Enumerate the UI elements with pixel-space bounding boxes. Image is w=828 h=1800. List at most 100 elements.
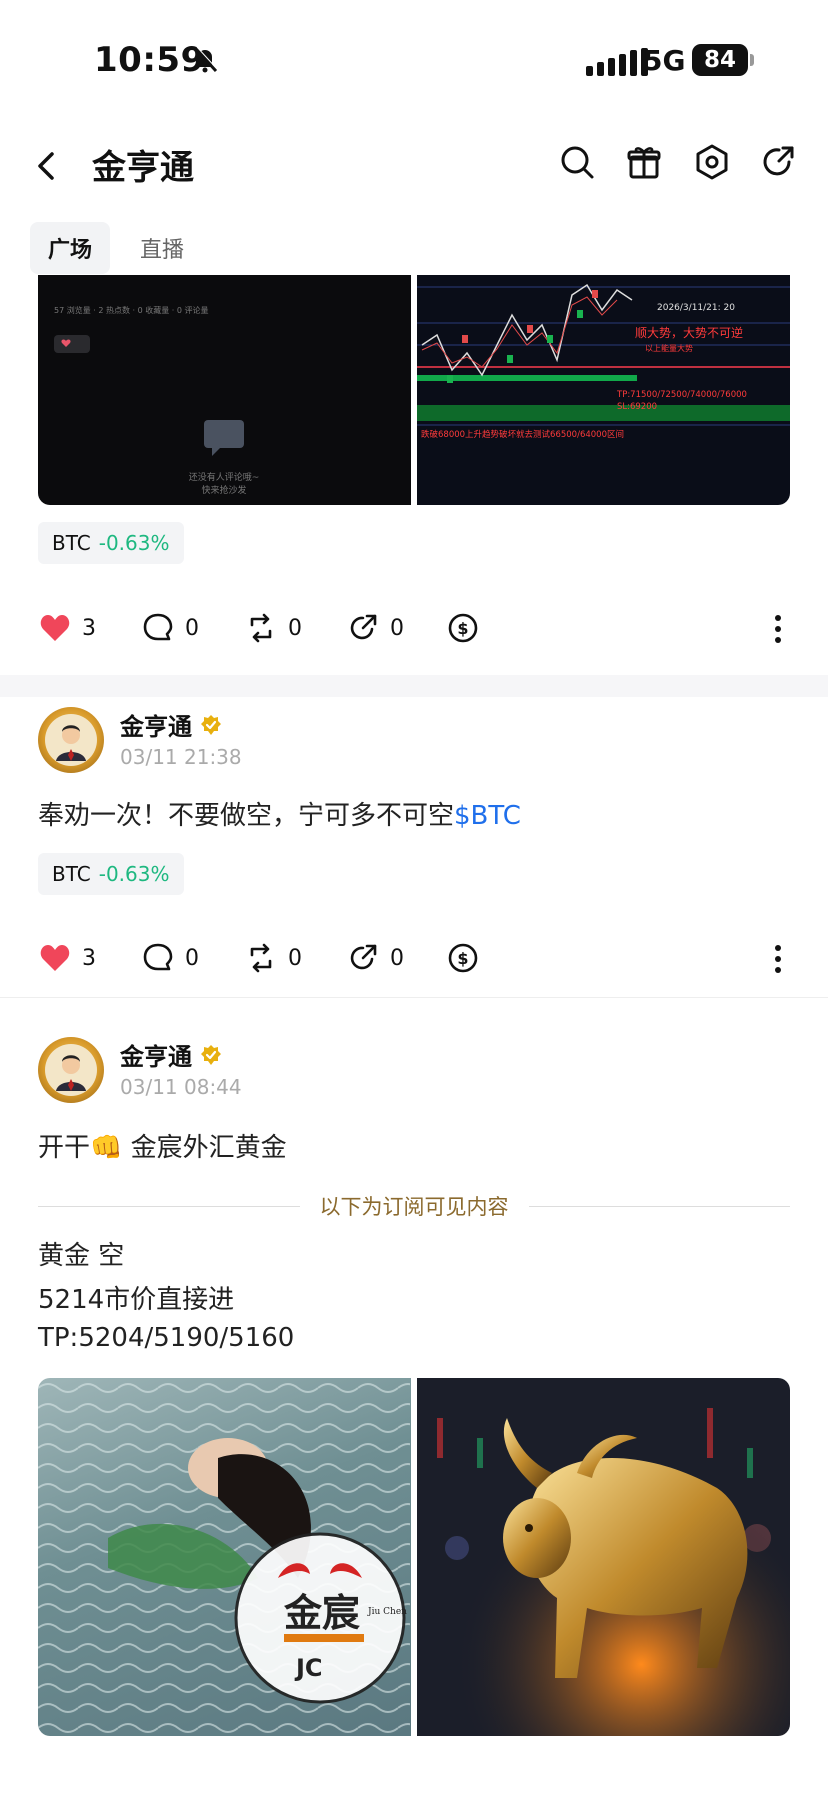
share-icon [350, 944, 377, 970]
avatar[interactable] [38, 1037, 104, 1103]
avatar-image [45, 1044, 97, 1096]
post-line: TP:5204/5190/5160 [38, 1323, 295, 1353]
repost-button[interactable]: 0 [244, 941, 302, 975]
post-images: 57 浏览量 · 2 热点数 · 0 收藏量 · 0 评论量 还没有人评论哦~ … [38, 275, 790, 505]
share-icon[interactable] [759, 142, 799, 182]
post-image[interactable]: 57 浏览量 · 2 热点数 · 0 收藏量 · 0 评论量 还没有人评论哦~ … [38, 275, 411, 505]
divider-line [528, 1205, 790, 1207]
dollar-icon: $ [448, 613, 478, 643]
post-header: 金亨通 03/11 21:38 [38, 707, 790, 777]
screenshot-image: 57 浏览量 · 2 热点数 · 0 收藏量 · 0 评论量 还没有人评论哦~ … [54, 305, 260, 496]
subscribe-divider: 以下为订阅可见内容 [38, 1191, 790, 1221]
comment-button[interactable]: 0 [141, 611, 199, 645]
divider-line [38, 1205, 300, 1207]
post-header: 金亨通 03/11 08:44 [38, 1037, 790, 1107]
author-name[interactable]: 金亨通 [120, 1037, 222, 1072]
battery-indicator: 84 [692, 44, 754, 76]
svg-text:2026/3/11/21: 20: 2026/3/11/21: 20 [657, 303, 735, 313]
back-icon[interactable] [30, 142, 66, 190]
comment-icon [143, 943, 173, 971]
post-images: 金宸 Jiu Chen JC [38, 1378, 790, 1736]
post-text-body: 奉劝一次！不要做空，宁可多不可空 [38, 801, 455, 831]
fist-emoji: 👊 [90, 1133, 123, 1163]
author-label: 金亨通 [120, 713, 192, 741]
share-post-button[interactable]: 0 [346, 941, 404, 975]
dollar-icon: $ [448, 943, 478, 973]
share-icon [350, 614, 377, 640]
ticker-tag[interactable]: BTC -0.63% [38, 522, 184, 564]
verified-badge-icon [201, 1044, 221, 1065]
golden-bull-image [417, 1378, 790, 1736]
repost-count: 0 [288, 945, 302, 971]
chart-screenshot-image: 2026/3/11/21: 20 顺大势，大势不可逆 以上能量大势 TP:715… [417, 283, 790, 440]
like-button[interactable]: 3 [38, 611, 96, 645]
post-date: 03/11 21:38 [120, 745, 242, 769]
post-date: 03/11 08:44 [120, 1075, 242, 1099]
settings-icon[interactable] [692, 142, 732, 182]
svg-text:还没有人评论哦~: 还没有人评论哦~ [189, 471, 260, 483]
post-actions: 3 0 0 0 $ [38, 611, 790, 651]
ticker-link[interactable]: $BTC [454, 801, 521, 831]
post-image[interactable]: 2026/3/11/21: 20 顺大势，大势不可逆 以上能量大势 TP:715… [417, 275, 790, 505]
status-time: 10:59 [94, 40, 205, 80]
post-text-suffix: 金宸外汇黄金 [122, 1133, 287, 1163]
signal-icon [586, 48, 648, 76]
tab-bar: 广场 直播 [30, 222, 202, 274]
search-icon[interactable] [557, 142, 597, 182]
svg-text:JC: JC [294, 1654, 323, 1682]
gift-icon[interactable] [624, 142, 664, 182]
share-post-button[interactable]: 0 [346, 611, 404, 645]
post-line: 5214市价直接进 [38, 1285, 235, 1315]
avatar-image [45, 714, 97, 766]
comment-button[interactable]: 0 [141, 941, 199, 975]
share-count: 0 [390, 945, 404, 971]
network-type: 5G [643, 44, 686, 77]
more-icon[interactable] [766, 941, 790, 977]
ticker-symbol: BTC [52, 531, 91, 555]
like-count: 3 [82, 945, 96, 971]
author-label: 金亨通 [120, 1043, 192, 1071]
heart-icon [40, 615, 70, 641]
tip-button[interactable]: $ [446, 611, 480, 645]
feed[interactable]: 57 浏览量 · 2 热点数 · 0 收藏量 · 0 评论量 还没有人评论哦~ … [0, 275, 828, 1800]
post-separator [0, 997, 828, 998]
post-actions: 3 0 0 0 $ [38, 941, 790, 981]
subscribe-divider-label: 以下为订阅可见内容 [319, 1195, 509, 1219]
post-text: 开干👊 金宸外汇黄金 [38, 1127, 287, 1164]
svg-text:TP:71500/72500/74000/76000: TP:71500/72500/74000/76000 [616, 390, 747, 400]
ticker-tag[interactable]: BTC -0.63% [38, 853, 184, 895]
author-name[interactable]: 金亨通 [120, 707, 222, 742]
more-icon[interactable] [766, 611, 790, 647]
page-title: 金亨通 [92, 148, 194, 188]
comment-count: 0 [185, 615, 199, 641]
svg-text:顺大势，大势不可逆: 顺大势，大势不可逆 [635, 325, 743, 340]
post-text: 奉劝一次！不要做空，宁可多不可空$BTC [38, 795, 521, 832]
post-text-prefix: 开干 [38, 1133, 91, 1163]
app-header: 金亨通 [0, 120, 828, 220]
repost-button[interactable]: 0 [244, 611, 302, 645]
like-button[interactable]: 3 [38, 941, 96, 975]
svg-text:Jiu Chen: Jiu Chen [367, 1607, 407, 1617]
avatar[interactable] [38, 707, 104, 773]
heart-icon [40, 945, 70, 971]
svg-text:以上能量大势: 以上能量大势 [645, 343, 693, 353]
tab-square[interactable]: 广场 [30, 222, 111, 274]
svg-text:$: $ [457, 619, 468, 638]
ticker-change: -0.63% [98, 862, 170, 886]
post-image[interactable] [417, 1378, 790, 1736]
tab-live[interactable]: 直播 [122, 222, 202, 274]
post-separator [0, 675, 828, 697]
ticker-symbol: BTC [52, 862, 91, 886]
comment-icon [143, 613, 173, 641]
svg-text:跌破68000上升趋势破坏就去测试66500/64000区间: 跌破68000上升趋势破坏就去测试66500/64000区间 [421, 429, 624, 440]
post-image[interactable]: 金宸 Jiu Chen JC [38, 1378, 411, 1736]
svg-text:快来抢沙发: 快来抢沙发 [201, 484, 246, 496]
post-line: 黄金 空 [38, 1241, 125, 1271]
svg-text:$: $ [457, 949, 468, 968]
tip-button[interactable]: $ [446, 941, 480, 975]
bell-muted-icon [193, 46, 219, 73]
status-bar: 10:59 5G 84 [0, 0, 828, 120]
repost-icon [250, 943, 272, 973]
comment-count: 0 [185, 945, 199, 971]
like-count: 3 [82, 615, 96, 641]
